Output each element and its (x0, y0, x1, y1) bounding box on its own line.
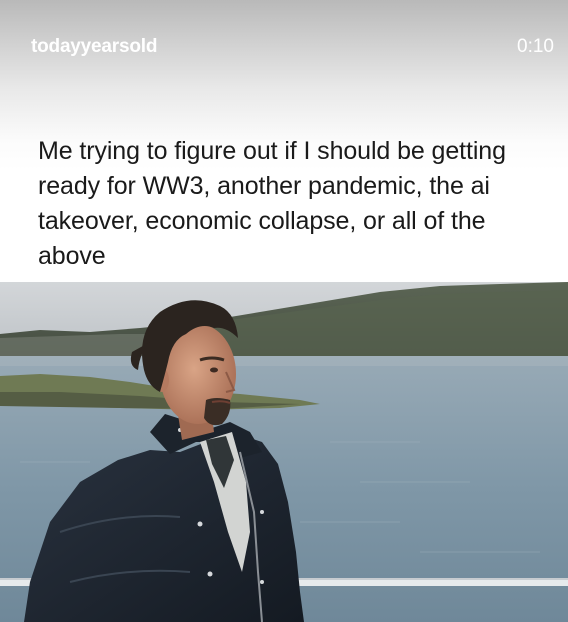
video-timestamp: 0:10 (517, 36, 554, 57)
username-link[interactable]: todayyearsold (31, 36, 157, 58)
caption-panel: todayyearsold 0:10 Me trying to figure o… (0, 0, 568, 282)
story-header: todayyearsold 0:10 (0, 36, 568, 64)
video-player[interactable] (0, 282, 568, 622)
video-frame-image (0, 282, 568, 622)
story-post[interactable]: todayyearsold 0:10 Me trying to figure o… (0, 0, 568, 622)
meme-caption: Me trying to figure out if I should be g… (38, 137, 506, 270)
